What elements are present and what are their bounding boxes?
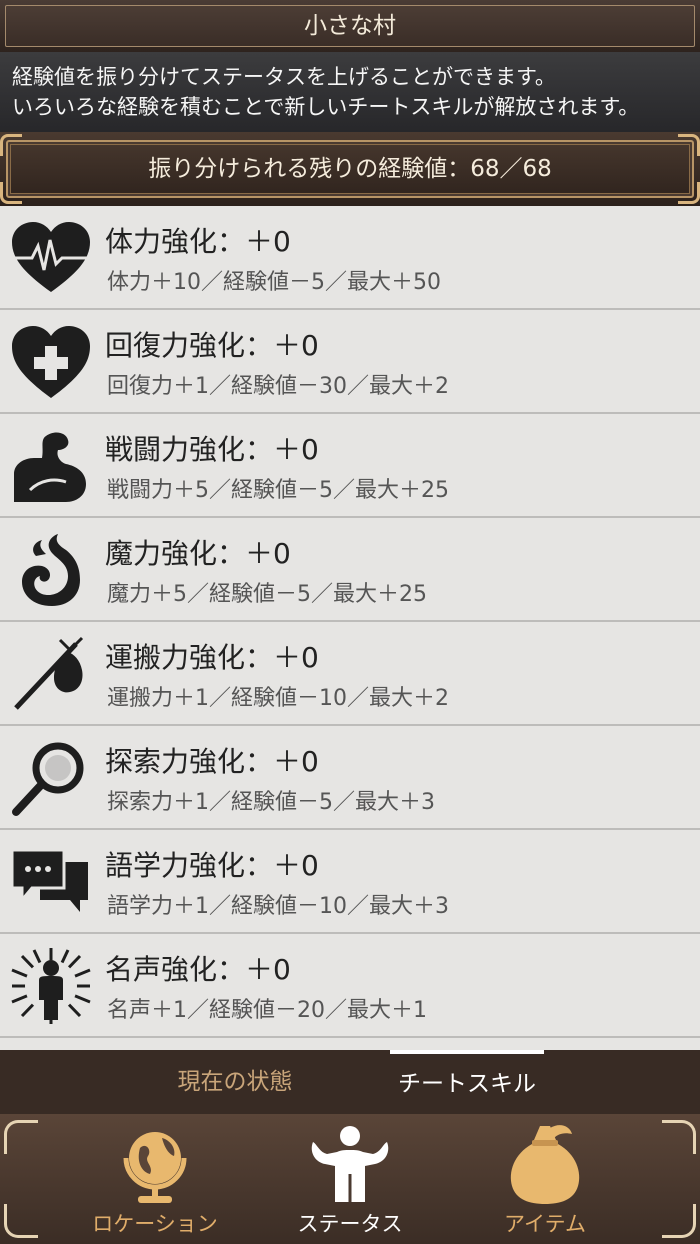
skill-name: 探索力強化：＋0	[105, 745, 319, 778]
skill-name: 戦闘力強化：＋0	[105, 433, 319, 466]
skill-row-stamina[interactable]: 体力強化：＋0 体力＋10／経験値－5／最大＋50	[0, 206, 700, 310]
skill-row-magic[interactable]: 魔力強化：＋0 魔力＋5／経験値－5／最大＋25	[0, 518, 700, 622]
skill-detail: 名声＋1／経験値－20／最大＋1	[107, 998, 427, 1023]
skill-detail: 戦闘力＋5／経験値－5／最大＋25	[107, 478, 449, 503]
description-line-2: いろいろな経験を積むことで新しいチートスキルが解放されます。	[12, 95, 640, 119]
title-bar: 小さな村	[0, 0, 700, 52]
skill-row-language[interactable]: 語学力強化：＋0 語学力＋1／経験値－10／最大＋3	[0, 830, 700, 934]
skill-name: 体力強化：＋0	[105, 225, 291, 258]
magnifier-icon	[12, 742, 84, 816]
skill-row-search[interactable]: 探索力強化：＋0 探索力＋1／経験値－5／最大＋3	[0, 726, 700, 830]
bottom-nav: ロケーション ステータス アイテム	[0, 1114, 700, 1244]
skill-detail: 運搬力＋1／経験値－10／最大＋2	[107, 686, 449, 711]
skill-name: 名声強化：＋0	[105, 953, 291, 986]
nav-item-button[interactable]: アイテム	[455, 1114, 635, 1244]
skill-row-partial[interactable]	[0, 1038, 700, 1050]
skill-row-combat[interactable]: 戦闘力強化：＋0 戦闘力＋5／経験値－5／最大＋25	[0, 414, 700, 518]
ornament-corner	[662, 1120, 696, 1154]
flexed-arm-icon	[14, 432, 86, 502]
magic-swirl-icon	[22, 534, 80, 606]
nav-status-button[interactable]: ステータス	[260, 1114, 440, 1244]
ornament-corner	[662, 1204, 696, 1238]
nav-status-label: ステータス	[297, 1212, 403, 1236]
tab-current-status[interactable]: 現在の状態	[80, 1050, 390, 1114]
tab-cheat-skill[interactable]: チートスキル	[390, 1050, 544, 1114]
strongman-icon	[311, 1126, 389, 1202]
skill-detail: 体力＋10／経験値－5／最大＋50	[107, 270, 441, 295]
skill-detail: 語学力＋1／経験値－10／最大＋3	[107, 894, 449, 919]
tab-bar: 現在の状態 チートスキル	[0, 1050, 700, 1114]
skill-detail: 回復力＋1／経験値－30／最大＋2	[107, 374, 449, 399]
nav-item-label: アイテム	[504, 1212, 586, 1236]
ornament-corner	[4, 1120, 38, 1154]
money-bag-icon	[510, 1125, 580, 1204]
heartbeat-icon	[12, 222, 90, 292]
ornament-corner	[4, 1204, 38, 1238]
description: 経験値を振り分けてステータスを上げることができます。 いろいろな経験を積むことで…	[0, 52, 700, 132]
description-line-1: 経験値を振り分けてステータスを上げることができます。	[12, 65, 556, 89]
skill-list[interactable]: 体力強化：＋0 体力＋10／経験値－5／最大＋50 回復力強化：＋0 回復力＋1…	[0, 206, 700, 1050]
remaining-exp-text: 振り分けられる残りの経験値：68／68	[148, 156, 552, 182]
skill-row-recovery[interactable]: 回復力強化：＋0 回復力＋1／経験値－30／最大＋2	[0, 310, 700, 414]
skill-detail: 探索力＋1／経験値－5／最大＋3	[107, 790, 435, 815]
skill-name: 運搬力強化：＋0	[105, 641, 319, 674]
speech-bubbles-icon	[10, 848, 88, 912]
bindle-icon	[14, 636, 84, 710]
skill-row-fame[interactable]: 名声強化：＋0 名声＋1／経験値－20／最大＋1	[0, 934, 700, 1038]
skill-detail: 魔力＋5／経験値－5／最大＋25	[107, 582, 427, 607]
nav-location-button[interactable]: ロケーション	[65, 1114, 245, 1244]
exp-banner: 振り分けられる残りの経験値：68／68	[0, 132, 700, 206]
globe-icon	[123, 1132, 187, 1203]
skill-row-carry[interactable]: 運搬力強化：＋0 運搬力＋1／経験値－10／最大＋2	[0, 622, 700, 726]
radiant-person-icon	[11, 948, 91, 1024]
skill-name: 回復力強化：＋0	[105, 329, 319, 362]
heart-cross-icon	[12, 326, 90, 398]
page-title: 小さな村	[5, 5, 695, 47]
skill-name: 魔力強化：＋0	[105, 537, 291, 570]
skill-name: 語学力強化：＋0	[105, 849, 319, 882]
nav-location-label: ロケーション	[92, 1212, 218, 1236]
